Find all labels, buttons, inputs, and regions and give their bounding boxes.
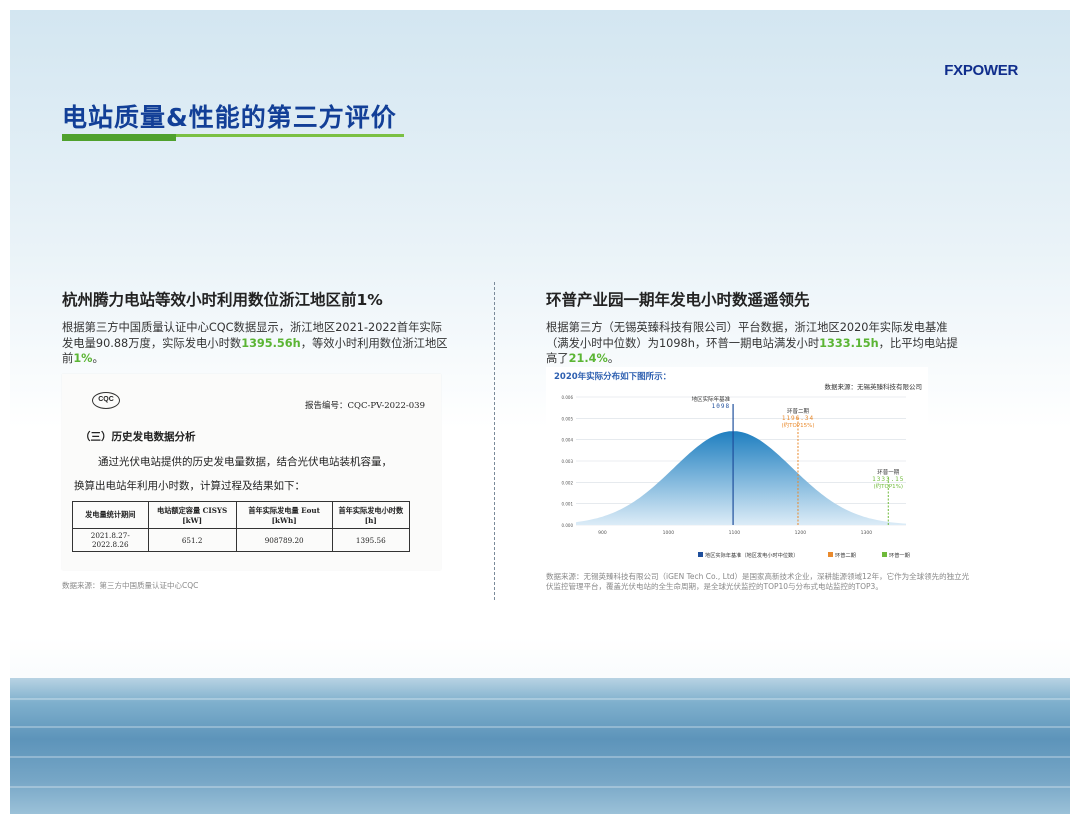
right-source-note: 数据来源：无锡英臻科技有限公司（iGEN Tech Co., Ltd）是国家高新… (546, 572, 970, 591)
cqc-report-image: CQC 报告编号：CQC-PV-2022-039 （三）历史发电数据分析 通过光… (62, 374, 441, 570)
y-tick-label: 0.004 (562, 438, 574, 443)
distribution-chart: 2020年实际分布如下图所示： 数据来源：无锡英臻科技有限公司 0.006 0.0… (546, 367, 928, 567)
distribution-area (576, 431, 906, 525)
left-para-seg: 。 (92, 352, 104, 365)
report-table-header: 发电量统计期间 电站额定容量 CISYS [kW] 首年实际发电量 Eout [… (72, 501, 411, 529)
x-tick-label: 1200 (795, 530, 807, 536)
marker-label: 环普一期 (877, 468, 900, 476)
table-cell: 2021.8.27-2022.8.26 (72, 528, 149, 552)
y-tick-label: 0.006 (562, 395, 574, 400)
table-header-cell: 首年实际发电小时数 [h] (331, 501, 411, 529)
page-title: 电站质量&性能的第三方评价 (62, 103, 397, 132)
y-tick-label: 0.005 (562, 416, 574, 421)
right-heading: 环普产业园一期年发电小时数遥遥领先 (546, 291, 810, 309)
page: FXPOWER 电站质量&性能的第三方评价 杭州腾力电站等效小时利用数位浙江地区… (10, 10, 1070, 814)
left-para-highlight: 1395.56h (241, 336, 301, 350)
sea-background-image (10, 678, 1070, 814)
x-tick-label: 1300 (861, 530, 873, 536)
table-cell: 1395.56 (331, 528, 411, 552)
legend-label: 地区实际年基准（地区发电小时中位数） (705, 551, 798, 559)
wave-line (10, 698, 1070, 700)
y-tick-label: 0.002 (562, 480, 574, 485)
report-text-line: 换算出电站年利用小时数，计算过程及结果如下： (74, 480, 305, 492)
marker-label: 环普二期 (787, 407, 810, 415)
report-number: 报告编号：CQC-PV-2022-039 (304, 401, 425, 411)
chart-svg: 0.006 0.005 0.004 0.003 0.002 0.001 0.000 900 10… (562, 395, 910, 559)
y-tick-label: 0.000 (562, 523, 574, 528)
right-para-highlight: 21.4% (568, 352, 608, 365)
y-tick-label: 0.001 (562, 502, 574, 507)
marker-note: (约TOP1%) (874, 482, 904, 490)
marker-note: (约TOP15%) (781, 421, 814, 429)
left-paragraph: 根据第三方中国质量认证中心CQC数据显示，浙江地区2021-2022首年实际发电… (62, 320, 450, 367)
marker-label: 地区实际年基准 (692, 395, 731, 403)
wave-line (10, 756, 1070, 758)
report-table: 发电量统计期间 电站额定容量 CISYS [kW] 首年实际发电量 Eout [… (72, 501, 411, 552)
legend-label: 环普二期 (835, 551, 856, 559)
right-paragraph: 根据第三方（无锡英臻科技有限公司）平台数据，浙江地区2020年实际发电基准（满发… (546, 320, 966, 367)
right-para-highlight: 1333.15h (819, 336, 879, 350)
x-tick-label: 1000 (663, 530, 675, 536)
marker-value: 1196.34 (782, 415, 814, 422)
cqc-seal: CQC (92, 392, 120, 409)
legend-swatch (698, 552, 703, 557)
right-para-seg: 。 (607, 352, 620, 365)
wave-line (10, 786, 1070, 788)
right-column: 环普产业园一期年发电小时数遥遥领先 根据第三方（无锡英臻科技有限公司）平台数据，… (546, 288, 966, 367)
y-tick-label: 0.003 (562, 459, 574, 464)
table-header-cell: 发电量统计期间 (72, 501, 149, 529)
marker-value: 1333.15 (872, 476, 904, 483)
left-para-highlight: 1% (73, 352, 93, 365)
legend-swatch (828, 552, 833, 557)
wave-line (10, 726, 1070, 728)
report-section-title: （三）历史发电数据分析 (80, 431, 196, 443)
column-divider (494, 282, 495, 600)
legend-label: 环普一期 (889, 551, 910, 559)
table-cell: 908789.20 (235, 528, 333, 552)
fxpower-logo: FXPOWER (944, 62, 1018, 79)
x-tick-label: 1100 (729, 530, 741, 536)
x-tick-label: 900 (598, 530, 607, 536)
table-header-cell: 首年实际发电量 Eout [kWh] (235, 501, 333, 529)
report-text-line: 通过光伏电站提供的历史发电量数据，结合光伏电站装机容量， (98, 456, 392, 468)
title-underline-accent (62, 134, 176, 141)
table-cell: 651.2 (147, 528, 237, 552)
table-header-cell: 电站额定容量 CISYS [kW] (147, 501, 237, 529)
left-source-note: 数据来源：第三方中国质量认证中心CQC (62, 581, 199, 590)
left-heading: 杭州腾力电站等效小时利用数位浙江地区前1% (62, 291, 383, 309)
table-row: 2021.8.27-2022.8.26 651.2 908789.20 1395… (72, 528, 411, 552)
marker-value: 1098 (712, 403, 730, 410)
legend-swatch (882, 552, 887, 557)
left-column: 杭州腾力电站等效小时利用数位浙江地区前1% 根据第三方中国质量认证中心CQC数据… (62, 288, 450, 367)
